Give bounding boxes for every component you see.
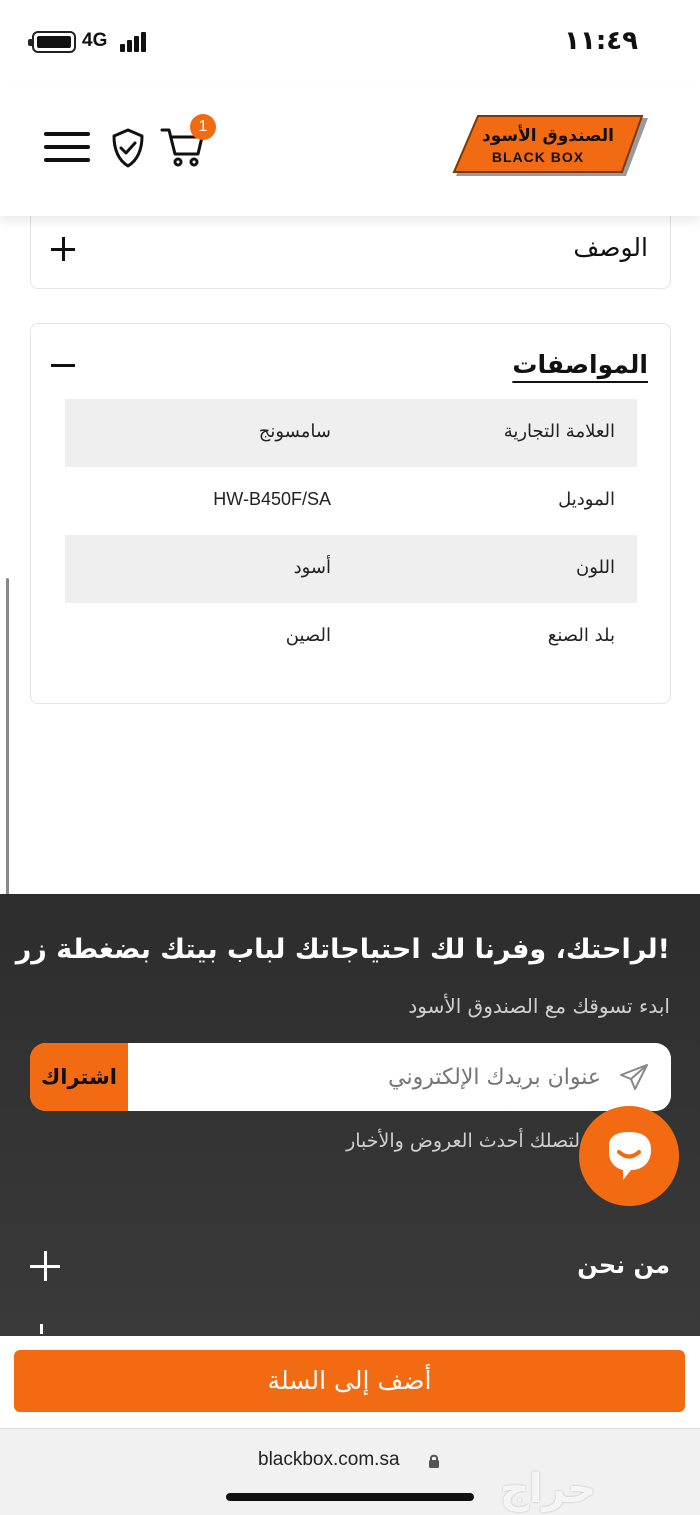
- newsletter-note: لتصلك أحدث العروض والأخبار: [346, 1130, 580, 1152]
- subscribe-button[interactable]: اشتراك: [30, 1043, 128, 1111]
- spec-row: اللون أسود: [65, 535, 637, 603]
- collapse-minus-icon[interactable]: [51, 364, 75, 367]
- spec-key: الموديل: [558, 489, 615, 510]
- spec-row: الموديل HW-B450F/SA: [65, 467, 637, 535]
- logo-arabic-text: الصندوق الأسود: [482, 125, 614, 146]
- signal-icon: [120, 32, 150, 52]
- description-title: الوصف: [573, 233, 648, 262]
- spec-key: العلامة التجارية: [503, 421, 615, 442]
- expand-plus-icon[interactable]: [30, 1251, 60, 1281]
- hamburger-menu-icon[interactable]: [44, 132, 90, 162]
- spec-value: أسود: [293, 557, 331, 577]
- spec-value: سامسونج: [258, 421, 331, 441]
- newsletter-headline: لراحتك، وفرنا لك احتياجاتك لباب بيتك بضغ…: [15, 934, 670, 965]
- newsletter-form: اشتراك: [30, 1043, 671, 1111]
- cart-count-badge: 1: [190, 114, 216, 140]
- specifications-accordion: المواصفات العلامة التجارية سامسونج المود…: [30, 323, 671, 704]
- specifications-title[interactable]: المواصفات: [512, 350, 648, 379]
- lock-icon: [429, 1454, 439, 1468]
- black-box-logo[interactable]: الصندوق الأسود BLACK BOX: [452, 114, 650, 180]
- spec-key: اللون: [576, 557, 615, 578]
- home-indicator: [226, 1493, 474, 1501]
- specifications-table: العلامة التجارية سامسونج الموديل HW-B450…: [65, 399, 637, 671]
- url-text[interactable]: blackbox.com.sa: [258, 1449, 400, 1471]
- send-icon: [620, 1064, 648, 1090]
- network-type: 4G: [82, 30, 108, 51]
- footer: لراحتك، وفرنا لك احتياجاتك لباب بيتك بضغ…: [0, 894, 700, 1336]
- chat-support-button[interactable]: [579, 1106, 679, 1206]
- email-input[interactable]: [128, 1043, 671, 1111]
- site-header: 1 الصندوق الأسود BLACK BOX: [0, 84, 700, 216]
- expand-plus-icon[interactable]: [51, 237, 75, 261]
- add-to-cart-bar: أضف إلى السلة: [0, 1336, 700, 1428]
- haraj-watermark: حراج: [500, 1466, 597, 1512]
- clock: ١١:٤٩: [564, 26, 638, 56]
- status-bar: 4G ١١:٤٩: [0, 0, 700, 84]
- shield-check-icon[interactable]: [110, 128, 146, 168]
- expand-plus-icon: [40, 1324, 43, 1334]
- spec-key: بلد الصنع: [547, 625, 615, 646]
- spec-value: HW-B450F/SA: [213, 489, 331, 509]
- spec-row: العلامة التجارية سامسونج: [65, 399, 637, 467]
- about-us-section-title[interactable]: من نحن: [577, 1251, 670, 1279]
- add-to-cart-button[interactable]: أضف إلى السلة: [14, 1350, 685, 1412]
- newsletter-subline: ابدء تسوقك مع الصندوق الأسود: [408, 994, 670, 1018]
- logo-english-text: BLACK BOX: [492, 149, 584, 165]
- spec-value: الصين: [285, 625, 331, 645]
- description-accordion[interactable]: الوصف: [30, 210, 671, 289]
- battery-icon: [28, 31, 76, 53]
- spec-row: بلد الصنع الصين: [65, 603, 637, 671]
